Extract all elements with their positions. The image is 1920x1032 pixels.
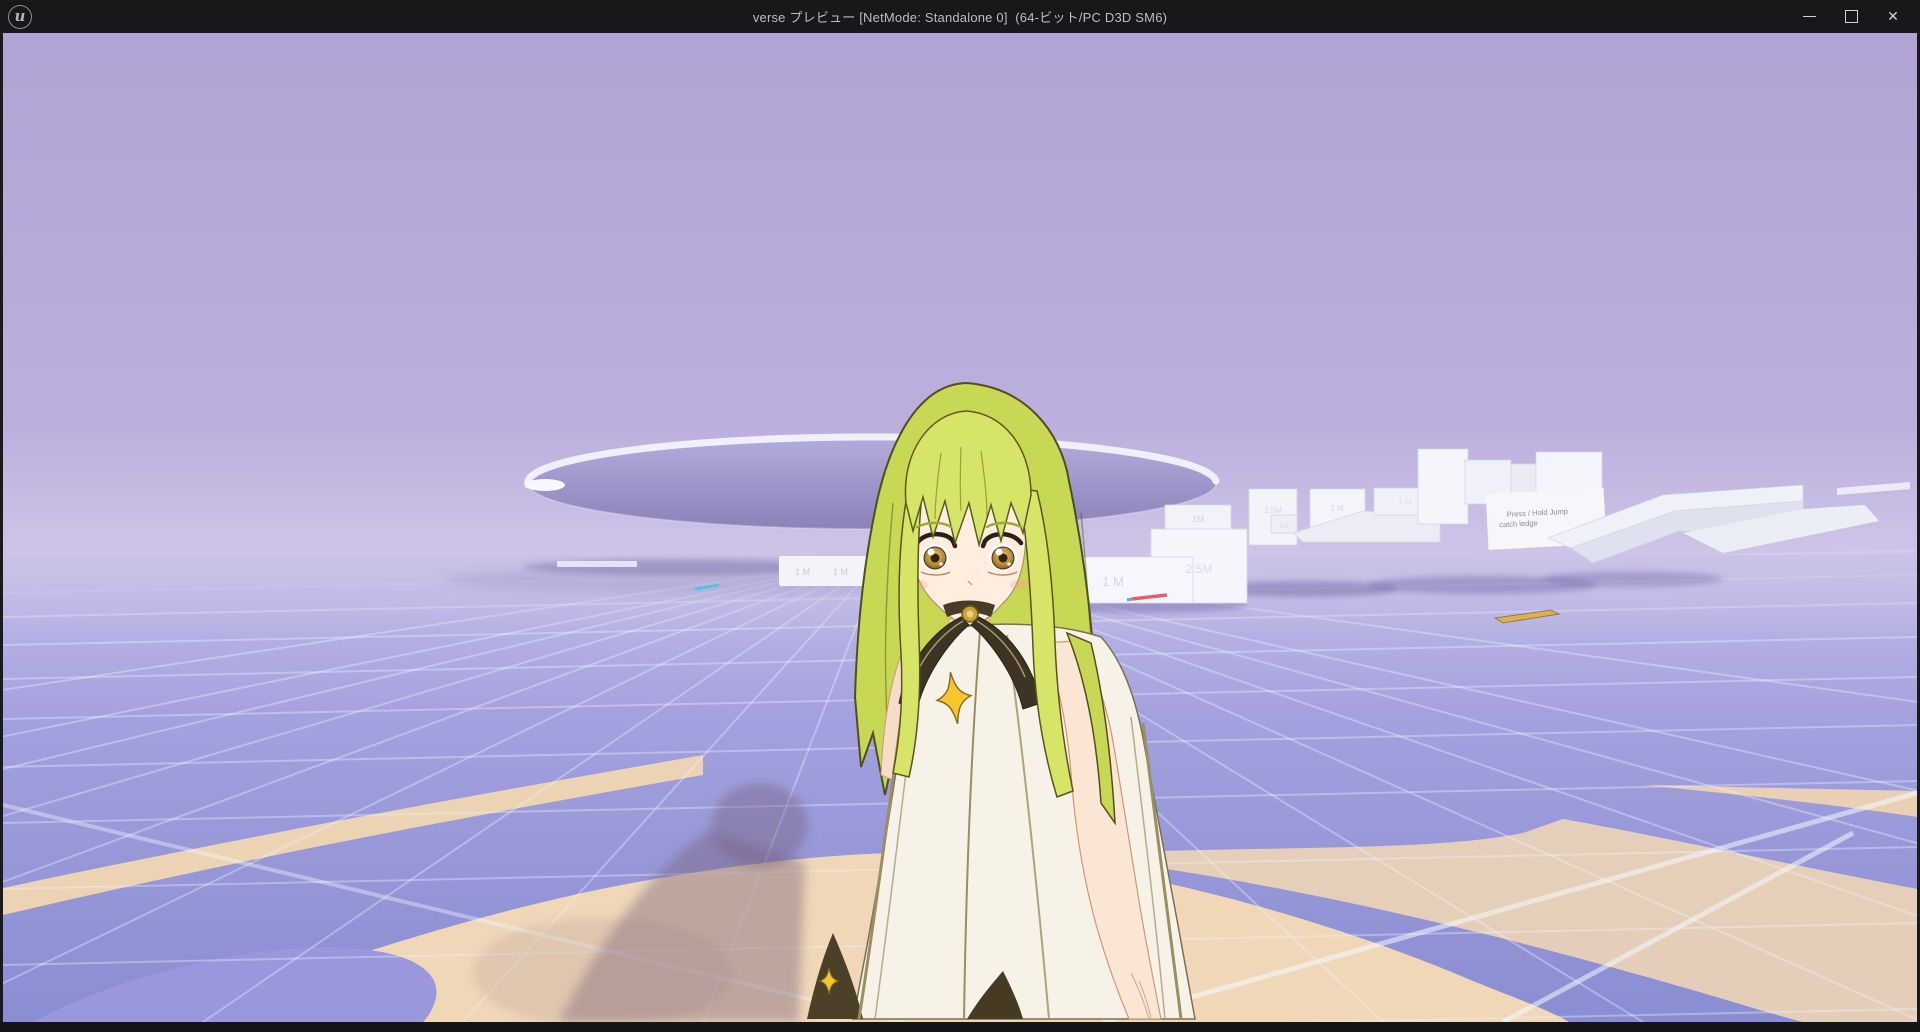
far-block-label: 1M <box>1279 523 1289 530</box>
maximize-button[interactable] <box>1830 0 1872 33</box>
window-controls: ✕ <box>1788 0 1914 33</box>
close-icon: ✕ <box>1887 8 1899 25</box>
near-block-wide-label: 1 M <box>1102 574 1124 589</box>
app-window: u verse プレビュー [NetMode: Standalone 0] (6… <box>0 0 1920 1032</box>
disc-platform <box>525 437 1216 529</box>
far-block-label: 1 M <box>1398 497 1412 506</box>
window-title: verse プレビュー [NetMode: Standalone 0] (64-… <box>0 0 1920 33</box>
window-bottom-border <box>0 1022 1920 1032</box>
far-block-label: 1 M <box>1330 504 1344 513</box>
titlebar[interactable]: u verse プレビュー [NetMode: Standalone 0] (6… <box>0 0 1920 34</box>
game-viewport[interactable]: Press / Hold Jump catch ledge 2.5M 1M 1 … <box>3 33 1917 1022</box>
scene-canvas: Press / Hold Jump catch ledge 2.5M 1M 1 … <box>3 33 1917 1022</box>
far-block-label: 2.5M <box>1264 506 1282 515</box>
near-block-tall-label: 2.5M <box>1186 562 1213 576</box>
minimize-button[interactable] <box>1788 0 1830 33</box>
near-block-top-label: 1M <box>1192 514 1205 524</box>
maximize-icon <box>1845 10 1858 23</box>
close-button[interactable]: ✕ <box>1872 0 1914 33</box>
minimize-icon <box>1803 16 1816 17</box>
measure-label: 1 M <box>795 567 810 577</box>
measure-label: 1 M <box>833 567 848 577</box>
